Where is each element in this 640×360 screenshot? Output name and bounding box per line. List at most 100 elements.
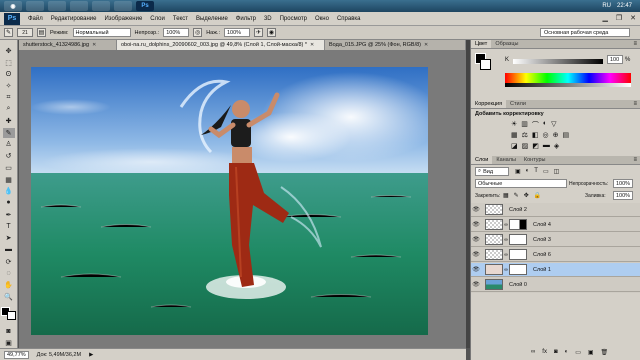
path-selection-tool-icon[interactable]: ➤: [3, 233, 15, 243]
tab-layers[interactable]: Слои: [471, 156, 493, 164]
layer-mask-thumbnail[interactable]: [509, 234, 527, 245]
3d-orbit-tool-icon[interactable]: ◌: [3, 268, 15, 278]
close-icon[interactable]: ✕: [92, 42, 96, 48]
hand-tool-icon[interactable]: ✋: [3, 280, 15, 290]
move-tool-icon[interactable]: ✥: [3, 46, 15, 56]
panel-menu-icon[interactable]: ≡: [633, 40, 640, 48]
invert-icon[interactable]: ◪: [511, 142, 518, 150]
close-icon[interactable]: ✕: [424, 42, 428, 48]
menu-help[interactable]: Справка: [333, 16, 365, 22]
screen-mode-icon[interactable]: ▣: [3, 338, 15, 348]
trash-icon[interactable]: 🗑: [601, 349, 609, 356]
marquee-tool-icon[interactable]: ⬚: [3, 58, 15, 68]
close-icon[interactable]: ✕: [630, 14, 636, 22]
quick-mask-icon[interactable]: ◙: [3, 326, 15, 336]
eye-icon[interactable]: 👁: [471, 281, 481, 288]
grayscale-ramp[interactable]: [505, 83, 631, 87]
crop-tool-icon[interactable]: ⌗: [3, 93, 15, 103]
menu-window[interactable]: Окно: [311, 16, 333, 22]
brush-tool-preset-icon[interactable]: ✎: [4, 28, 13, 37]
pen-tool-icon[interactable]: ✒: [3, 210, 15, 220]
layer-mask-thumbnail[interactable]: [509, 264, 527, 275]
layer-mask-thumbnail[interactable]: [509, 219, 527, 230]
vibrance-icon[interactable]: ▽: [551, 120, 556, 130]
color-swatches[interactable]: [1, 307, 16, 321]
channel-slider[interactable]: [513, 59, 603, 64]
history-brush-tool-icon[interactable]: ↺: [3, 151, 15, 161]
doc-tab-active[interactable]: oboi-na.ru_dolphins_20090602_003.jpg @ 4…: [117, 40, 325, 50]
taskbar-app-button[interactable]: [92, 1, 110, 11]
gradient-map-icon[interactable]: ▬: [543, 142, 550, 150]
brush-panel-toggle-icon[interactable]: ▤: [37, 28, 46, 37]
doc-tab[interactable]: Вода_015.JPG @ 25% (Фон, RGB/8) ✕: [325, 40, 466, 50]
3d-rotate-tool-icon[interactable]: ⟳: [3, 257, 15, 267]
tab-styles[interactable]: Стили: [506, 100, 530, 108]
menu-view[interactable]: Просмотр: [276, 16, 311, 22]
eraser-tool-icon[interactable]: ▭: [3, 163, 15, 173]
exposure-icon[interactable]: ◐: [543, 120, 547, 130]
gradient-tool-icon[interactable]: ▦: [3, 175, 15, 185]
new-adjustment-icon[interactable]: ◐: [565, 349, 569, 356]
eye-icon[interactable]: 👁: [471, 206, 481, 213]
new-layer-icon[interactable]: ▣: [588, 349, 594, 356]
clone-stamp-tool-icon[interactable]: ♙: [3, 140, 15, 150]
curves-icon[interactable]: ⌒: [532, 120, 539, 130]
menu-image[interactable]: Изображение: [100, 16, 146, 22]
layer-row[interactable]: 👁 ∞ Слой 3: [471, 233, 640, 247]
menu-layers[interactable]: Слои: [146, 16, 169, 22]
minimize-icon[interactable]: ▁: [602, 14, 607, 22]
menu-select[interactable]: Выделение: [192, 16, 232, 22]
panel-menu-icon[interactable]: ≡: [633, 100, 640, 108]
shape-tool-icon[interactable]: ▬: [3, 245, 15, 255]
channel-mixer-icon[interactable]: ⊕: [553, 131, 559, 139]
layer-row[interactable]: 👁 ∞ Слой 6: [471, 248, 640, 262]
menu-filter[interactable]: Фильтр: [232, 16, 260, 22]
lock-image-icon[interactable]: ✎: [514, 192, 519, 199]
lasso-tool-icon[interactable]: ʘ: [3, 69, 15, 79]
background-color-swatch[interactable]: [480, 59, 491, 70]
opacity-input[interactable]: 100%: [163, 28, 190, 37]
brush-size-picker[interactable]: 21: [17, 28, 33, 37]
tab-swatches[interactable]: Образцы: [491, 40, 522, 48]
brush-tool-icon[interactable]: ✎: [2, 127, 15, 138]
eye-icon[interactable]: 👁: [471, 236, 481, 243]
tab-paths[interactable]: Контуры: [520, 156, 550, 164]
panel-menu-icon[interactable]: ≡: [633, 156, 640, 164]
eye-icon[interactable]: 👁: [471, 266, 481, 273]
threshold-icon[interactable]: ◩: [532, 142, 539, 150]
shape-filter-icon[interactable]: ▭: [543, 168, 549, 175]
doc-tab[interactable]: shutterstock_41324986.jpg ✕: [19, 40, 117, 50]
lock-position-icon[interactable]: ✥: [524, 192, 529, 199]
workspace-select[interactable]: Основная рабочая среда: [540, 28, 630, 37]
zoom-tool-icon[interactable]: 🔍: [3, 292, 15, 302]
selective-color-icon[interactable]: ◈: [554, 142, 559, 150]
eye-icon[interactable]: 👁: [471, 251, 481, 258]
brightness-icon[interactable]: ☀: [511, 120, 517, 130]
layer-style-icon[interactable]: fx: [542, 349, 547, 356]
background-color-swatch[interactable]: [7, 311, 16, 321]
layer-row[interactable]: 👁 ∞ Слой 4: [471, 218, 640, 232]
blend-mode-select[interactable]: Обычные: [475, 179, 567, 188]
add-mask-icon[interactable]: ◙: [554, 349, 558, 356]
posterize-icon[interactable]: ▨: [522, 142, 529, 150]
layer-mask-thumbnail[interactable]: [509, 249, 527, 260]
smart-object-filter-icon[interactable]: ◫: [554, 168, 560, 175]
layer-opacity-input[interactable]: 100%: [613, 179, 633, 188]
quick-select-tool-icon[interactable]: ✧: [3, 81, 15, 91]
close-icon[interactable]: ✕: [310, 42, 314, 48]
menu-text[interactable]: Текст: [169, 16, 192, 22]
zoom-level-input[interactable]: 49,77%: [4, 350, 29, 359]
dodge-tool-icon[interactable]: ●: [3, 198, 15, 208]
canvas-area[interactable]: [19, 50, 466, 348]
layer-filter-kind-select[interactable]: ⌕ Вид: [475, 167, 509, 176]
tab-color[interactable]: Цвет: [471, 40, 492, 48]
healing-tool-icon[interactable]: ✚: [3, 116, 15, 126]
black-white-icon[interactable]: ◧: [532, 131, 539, 139]
photo-filter-icon[interactable]: ◎: [543, 131, 549, 139]
color-spectrum-ramp[interactable]: [505, 73, 631, 83]
start-button[interactable]: ◉: [4, 1, 22, 11]
pixel-filter-icon[interactable]: ▣: [515, 168, 521, 175]
type-tool-icon[interactable]: T: [3, 222, 15, 232]
tab-channels[interactable]: Каналы: [492, 156, 520, 164]
clock[interactable]: 22:47: [617, 3, 632, 9]
